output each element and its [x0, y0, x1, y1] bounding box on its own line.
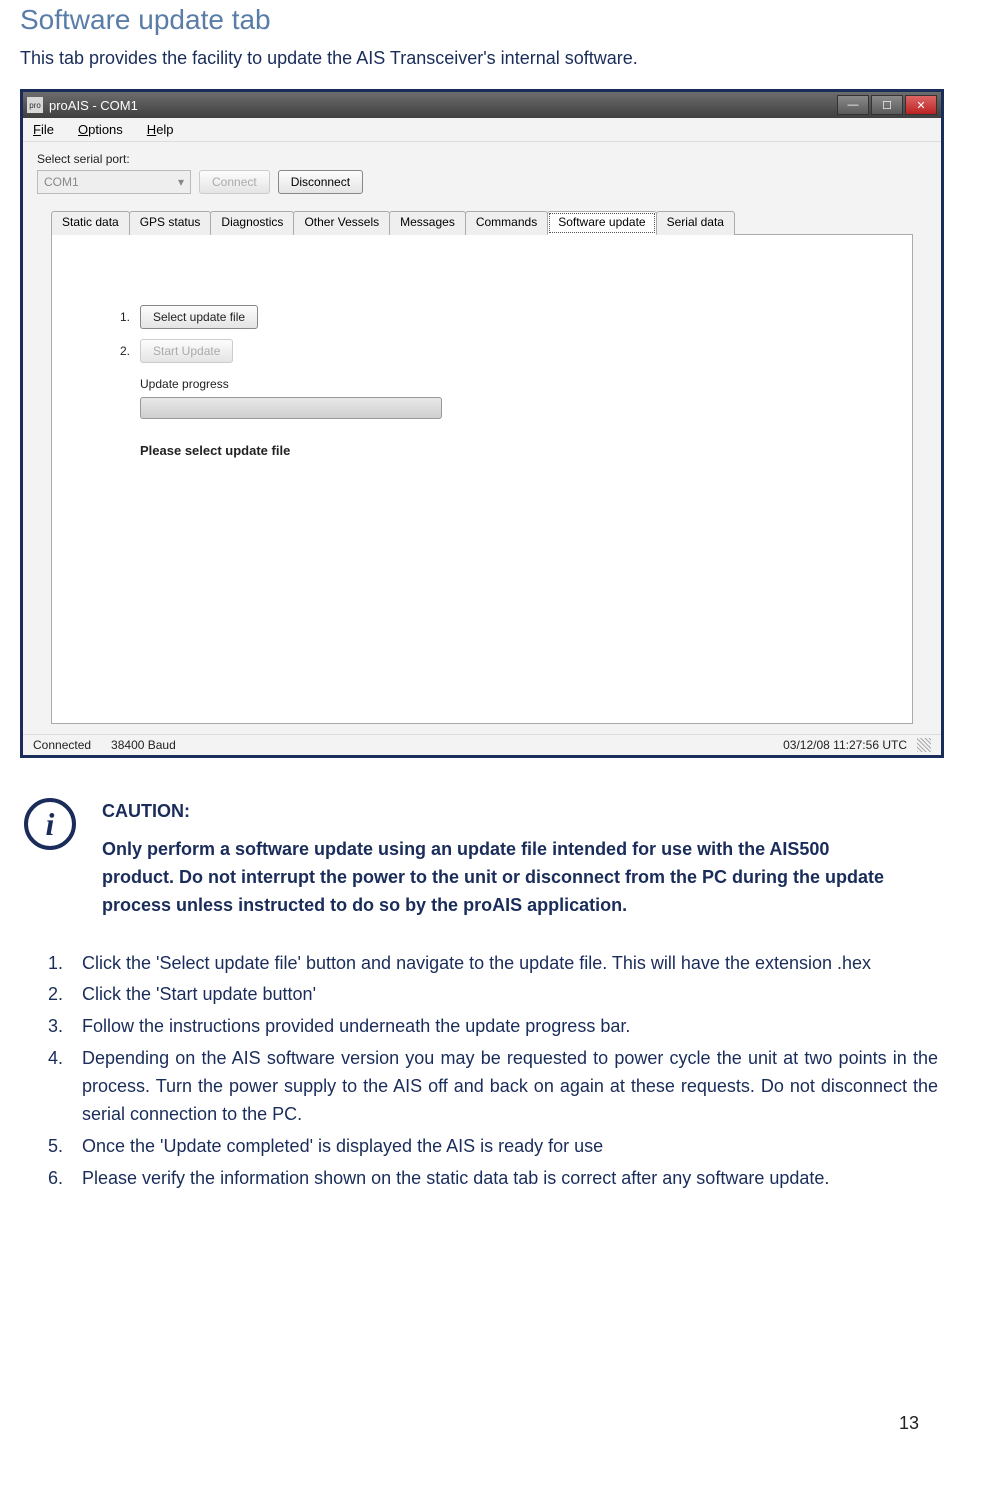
status-baud: 38400 Baud	[111, 738, 176, 752]
caution-body: Only perform a software update using an …	[102, 836, 902, 920]
app-icon: pro	[27, 97, 43, 113]
menu-bar: File Options Help	[23, 118, 941, 142]
tab-other-vessels[interactable]: Other Vessels	[293, 211, 390, 235]
serial-port-value: COM1	[44, 175, 79, 189]
step-3: Follow the instructions provided underne…	[68, 1013, 938, 1041]
step-1: Click the 'Select update file' button an…	[68, 950, 938, 978]
progress-bar	[140, 397, 442, 419]
progress-label: Update progress	[140, 377, 852, 391]
app-screenshot: pro proAIS - COM1 — ☐ ✕ File Options Hel…	[20, 89, 944, 758]
window-title: proAIS - COM1	[49, 98, 138, 113]
connect-button[interactable]: Connect	[199, 170, 270, 194]
status-datetime: 03/12/08 11:27:56 UTC	[783, 738, 907, 752]
resize-grip-icon[interactable]	[917, 738, 931, 752]
serial-port-label: Select serial port:	[37, 152, 927, 166]
tab-content: 1. Select update file 2. Start Update Up…	[51, 234, 913, 724]
tab-commands[interactable]: Commands	[465, 211, 548, 235]
tab-static-data[interactable]: Static data	[51, 211, 130, 235]
intro-text: This tab provides the facility to update…	[20, 48, 969, 69]
start-update-button[interactable]: Start Update	[140, 339, 233, 363]
step-5: Once the 'Update completed' is displayed…	[68, 1133, 938, 1161]
status-connected: Connected	[33, 738, 91, 752]
caution-heading: CAUTION:	[102, 798, 902, 826]
status-message: Please select update file	[140, 443, 852, 458]
section-title: Software update tab	[20, 4, 969, 36]
tab-gps-status[interactable]: GPS status	[129, 211, 212, 235]
menu-help[interactable]: Help	[147, 122, 174, 137]
info-icon: i	[24, 798, 76, 850]
serial-port-select[interactable]: COM1 ▾	[37, 170, 191, 194]
step-4: Depending on the AIS software version yo…	[68, 1045, 938, 1129]
step-number-1: 1.	[112, 310, 130, 324]
chevron-down-icon: ▾	[178, 175, 184, 189]
instruction-steps: Click the 'Select update file' button an…	[38, 950, 938, 1193]
maximize-button[interactable]: ☐	[871, 95, 903, 115]
step-number-2: 2.	[112, 344, 130, 358]
page-number: 13	[899, 1413, 919, 1434]
close-button[interactable]: ✕	[905, 95, 937, 115]
tab-serial-data[interactable]: Serial data	[656, 211, 735, 235]
tabs-row: Static data GPS status Diagnostics Other…	[51, 210, 927, 234]
tab-messages[interactable]: Messages	[389, 211, 466, 235]
step-2: Click the 'Start update button'	[68, 981, 938, 1009]
tab-diagnostics[interactable]: Diagnostics	[210, 211, 294, 235]
disconnect-button[interactable]: Disconnect	[278, 170, 363, 194]
status-bar: Connected 38400 Baud 03/12/08 11:27:56 U…	[23, 734, 941, 755]
tab-software-update[interactable]: Software update	[547, 211, 656, 235]
window-titlebar: pro proAIS - COM1 — ☐ ✕	[23, 92, 941, 118]
select-update-file-button[interactable]: Select update file	[140, 305, 258, 329]
minimize-button[interactable]: —	[837, 95, 869, 115]
menu-options[interactable]: Options	[78, 122, 123, 137]
menu-file[interactable]: File	[33, 122, 54, 137]
step-6: Please verify the information shown on t…	[68, 1165, 938, 1193]
